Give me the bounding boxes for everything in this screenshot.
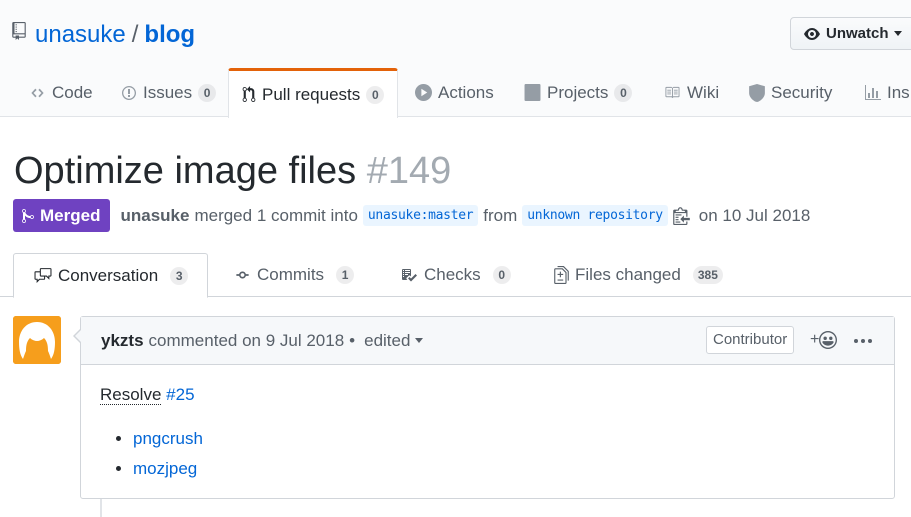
nav-wiki-label: Wiki [687,82,720,102]
nav-issues-label: Issues [143,82,193,102]
add-reaction-button[interactable]: + [810,331,838,349]
contributor-badge: Contributor [706,326,795,354]
play-icon [415,84,432,101]
pull-requests-counter: 0 [366,85,385,104]
tab-files-changed-label: Files changed [575,265,681,284]
tab-files-changed[interactable]: Files changed 385 [554,253,723,297]
status-badge: Merged [13,199,111,232]
comment-author-link[interactable]: ykzts [101,331,144,351]
comment-body: Resolve #25 pngcrush mozjpeg [81,365,894,500]
repo-owner-link[interactable]: unasuke [35,21,126,48]
nav-pull-requests[interactable]: Pull requests 0 [228,68,399,118]
repo-name-link[interactable]: blog [144,21,195,48]
resolve-keyword: Resolve [100,385,162,405]
comment-separator: • [349,330,356,350]
tool-list: pngcrush mozjpeg [100,424,875,484]
nav-issues[interactable]: Issues 0 [121,68,217,117]
comment-timestamp[interactable]: commented on 9 Jul 2018 [149,331,345,351]
pr-title: Optimize image files #149 [14,148,451,194]
reaction-plus: + [810,331,820,348]
nav-projects[interactable]: Projects 0 [524,68,633,117]
diff-icon [554,266,569,284]
avatar-image [13,316,61,364]
commit-icon [236,271,249,279]
graph-icon [865,84,881,100]
pngcrush-link[interactable]: pngcrush [133,429,203,448]
shield-icon [749,83,765,102]
book-icon [665,86,680,99]
repo-nav: Code Issues 0 Pull requests 0 Actions Pr… [0,68,911,118]
issue-link[interactable]: #25 [166,385,194,404]
avatar[interactable] [13,316,61,364]
pr-title-text: Optimize image files [14,150,357,192]
resolve-line: Resolve #25 [100,383,195,407]
repo-title: unasuke / blog [35,20,195,50]
merge-date: on 10 Jul 2018 [698,205,811,225]
nav-wiki[interactable]: Wiki [663,68,719,117]
conversation-counter: 3 [170,266,189,285]
issue-icon [122,85,136,100]
nav-security[interactable]: Security [749,68,832,117]
pr-tabs: Conversation 3 Commits 1 Checks 0 Files … [0,253,911,298]
comment: ykzts commented on 9 Jul 2018 • edited C… [73,316,895,500]
tab-checks[interactable]: Checks 0 [400,253,511,297]
nav-insights[interactable]: Ins [865,68,910,117]
checks-counter: 0 [492,266,511,284]
merged-text: merged 1 commit into [194,205,358,225]
status-badge-label: Merged [40,205,101,225]
nav-actions[interactable]: Actions [415,68,494,117]
smiley-icon [819,331,838,349]
tab-commits-label: Commits [257,265,325,284]
commits-counter: 1 [336,266,355,284]
nav-projects-label: Projects [547,82,609,102]
unwatch-button[interactable]: Unwatch [790,17,911,50]
kebab-horizontal-icon[interactable] [853,331,873,351]
tab-commits[interactable]: Commits 1 [234,253,355,297]
code-icon [31,88,44,97]
edited-dropdown[interactable]: edited [364,330,424,351]
pr-number: #149 [366,150,452,192]
chevron-down-icon [415,338,424,343]
nav-actions-label: Actions [438,82,494,102]
nav-insights-label: Ins [887,82,910,102]
tab-conversation[interactable]: Conversation 3 [13,253,209,298]
unwatch-label: Unwatch [826,25,889,42]
nav-security-label: Security [771,82,833,102]
repo-path-separator: / [131,21,139,48]
timeline-line [100,498,102,517]
pull-request-icon [242,86,256,102]
tab-conversation-label: Conversation [58,265,159,285]
merge-icon [22,208,34,223]
chevron-down-icon [893,31,902,36]
nav-pull-requests-label: Pull requests [262,84,361,104]
base-branch-ref[interactable]: unasuke:master [362,205,479,226]
from-text: from [483,205,518,225]
project-icon [524,84,541,101]
list-item: pngcrush [133,424,875,454]
repo-header: unasuke / blog Unwatch Code Issues 0 Pull … [0,0,911,118]
tab-checks-label: Checks [424,265,481,284]
projects-counter: 0 [614,83,633,102]
repo-icon [12,22,26,40]
list-item: mozjpeg [133,454,875,484]
files-changed-counter: 385 [692,266,723,284]
comment-header: ykzts commented on 9 Jul 2018 • edited C… [81,317,894,365]
nav-code[interactable]: Code [29,68,93,117]
comment-discussion-icon [34,268,52,283]
mozjpeg-link[interactable]: mozjpeg [133,459,197,478]
checklist-icon [402,268,417,281]
edited-label: edited [364,330,411,350]
pr-author-link[interactable]: unasuke [120,206,189,226]
nav-code-label: Code [52,82,93,102]
issues-counter: 0 [198,83,217,102]
clippy-icon[interactable] [672,206,690,225]
pr-meta: Merged unasuke merged 1 commit into unas… [13,199,815,232]
head-branch-ref[interactable]: unknown repository [522,205,668,226]
eye-icon [804,27,820,40]
